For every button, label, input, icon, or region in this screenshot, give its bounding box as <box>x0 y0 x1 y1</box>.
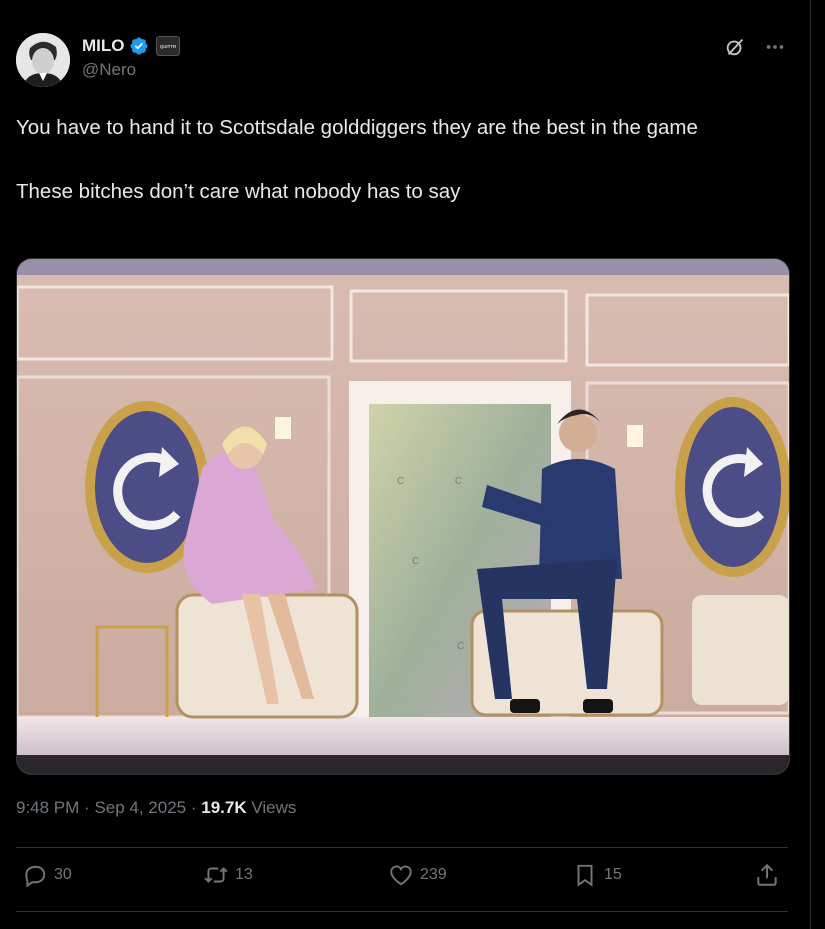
avatar[interactable] <box>16 33 70 87</box>
svg-text:C: C <box>412 556 419 567</box>
bookmark-icon <box>577 864 593 887</box>
like-button[interactable]: 239 <box>388 862 447 888</box>
svg-text:C: C <box>455 476 462 487</box>
svg-text:QUITTR: QUITTR <box>159 44 176 49</box>
tweet-header: MILO QUITTR @Nero <box>16 30 788 94</box>
repost-button[interactable]: 13 <box>203 862 253 888</box>
affiliation-badge[interactable]: QUITTR <box>155 36 180 56</box>
tweet-time[interactable]: 9:48 PM <box>16 798 79 817</box>
divider <box>16 847 788 848</box>
author-names: MILO QUITTR @Nero <box>82 36 180 80</box>
views-label: Views <box>251 798 297 817</box>
reply-button[interactable]: 30 <box>22 862 72 888</box>
more-icon[interactable] <box>764 36 786 58</box>
divider <box>16 911 788 912</box>
handle[interactable]: @Nero <box>82 60 180 80</box>
tweet-text: You have to hand it to Scottsdale golddi… <box>16 112 788 208</box>
share-button[interactable] <box>754 862 780 888</box>
tweet-photo[interactable]: C C C C <box>16 258 790 775</box>
share-icon <box>757 863 777 886</box>
action-bar: 30 13 239 15 <box>16 862 788 898</box>
timeline-border <box>810 0 811 929</box>
grok-icon[interactable] <box>724 36 746 58</box>
meta-separator: · <box>190 798 202 817</box>
tweet-meta: 9:48 PM · Sep 4, 2025 · 19.7K Views <box>16 798 296 818</box>
reply-count: 30 <box>54 866 72 883</box>
tweet-date[interactable]: Sep 4, 2025 <box>94 798 186 817</box>
tweet-text-line-2: These bitches don’t care what nobody has… <box>16 180 461 203</box>
svg-text:C: C <box>457 641 464 652</box>
stage-photo: C C C C <box>17 259 789 774</box>
bookmark-button[interactable]: 15 <box>572 862 622 888</box>
display-name[interactable]: MILO <box>82 36 125 56</box>
views-count[interactable]: 19.7K <box>201 798 246 817</box>
reply-icon <box>25 865 46 888</box>
repost-count: 13 <box>235 866 253 883</box>
bookmark-count: 15 <box>604 866 622 883</box>
tweet-text-line-1: You have to hand it to Scottsdale golddi… <box>16 116 698 139</box>
like-count: 239 <box>420 866 447 883</box>
like-icon <box>390 865 412 886</box>
verified-badge-icon[interactable] <box>129 36 149 56</box>
repost-icon <box>204 867 228 883</box>
tweet: MILO QUITTR @Nero You have to hand it to… <box>16 30 790 912</box>
svg-text:C: C <box>397 476 404 487</box>
meta-separator: · <box>84 798 95 817</box>
